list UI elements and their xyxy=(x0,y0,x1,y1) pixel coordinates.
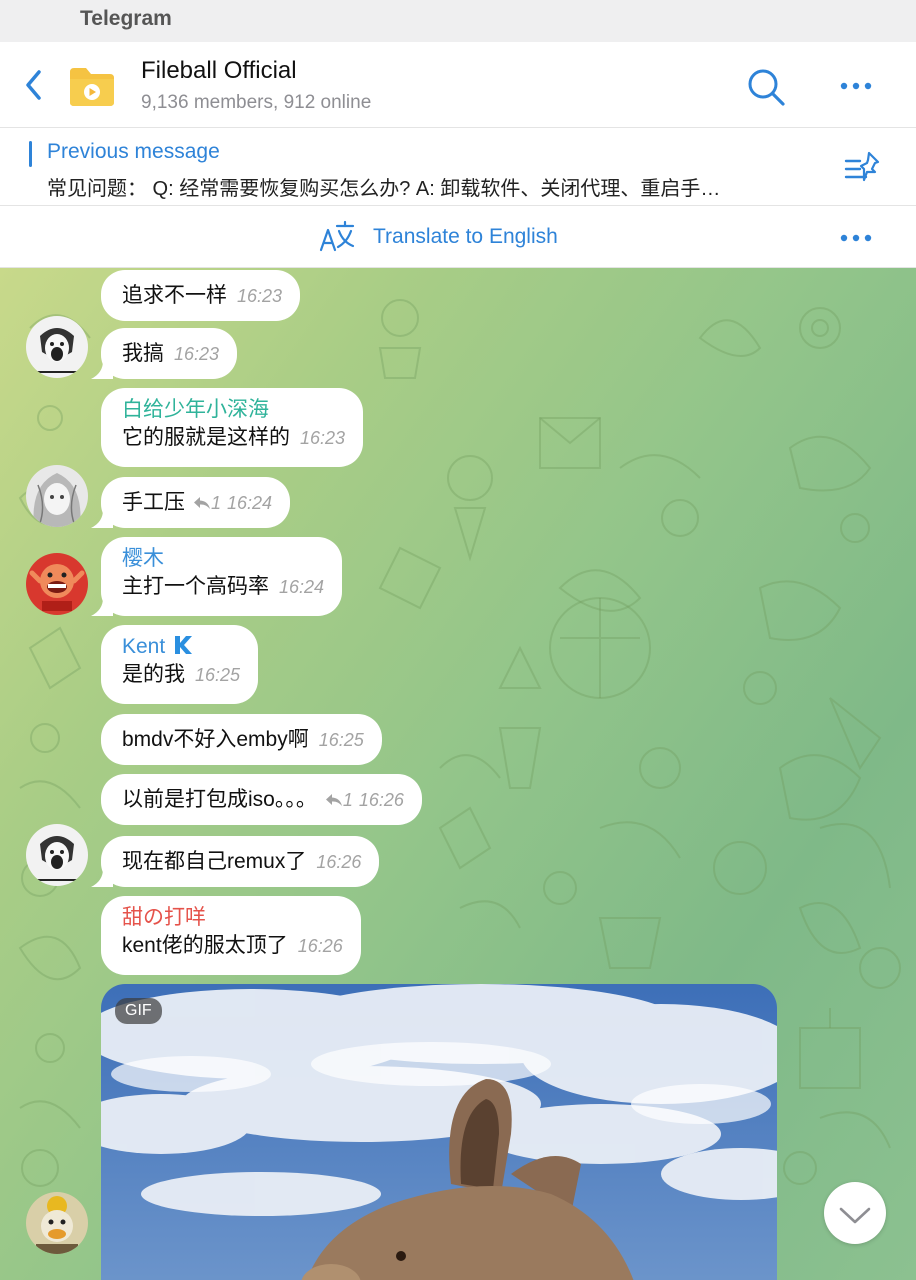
message-bubble[interactable]: 我搞 16:23 xyxy=(91,328,238,379)
reply-icon xyxy=(194,497,210,509)
message-text: 以前是打包成iso。。。 xyxy=(122,788,317,811)
avatar[interactable] xyxy=(26,824,88,886)
translate-bar: Translate to English xyxy=(0,206,916,268)
window-titlebar: Telegram xyxy=(0,0,916,42)
message-bubble[interactable]: 樱木 主打一个高码率 16:24 xyxy=(91,537,343,616)
reply-icon xyxy=(325,794,342,806)
chat-member-count: 9,136 members, 912 online xyxy=(141,92,372,113)
message-sender[interactable]: 甜の打咩 xyxy=(122,905,343,931)
message-bubble[interactable]: 甜の打咩 kent佬的服太顶了 16:26 xyxy=(101,896,361,975)
avatar[interactable] xyxy=(26,316,88,378)
message-text: 主打一个高码率 xyxy=(122,575,269,598)
search-icon[interactable] xyxy=(744,66,788,110)
message-time: 16:23 xyxy=(300,428,346,448)
pinned-message-bar[interactable]: Previous message 常见问题： Q: 经常需要恢复购买怎么办? A… xyxy=(0,129,916,206)
scroll-to-bottom-button[interactable] xyxy=(824,1182,886,1244)
app-title: Telegram xyxy=(80,7,172,30)
avatar[interactable] xyxy=(26,1192,88,1254)
message-text: 追求不一样 xyxy=(122,284,227,307)
message-text: 现在都自己remux了 xyxy=(122,850,307,873)
message-bubble[interactable]: 手工压 1 16:24 xyxy=(91,477,291,528)
reply-count[interactable]: 1 xyxy=(343,790,353,810)
message-text: bmdv不好入emby啊 xyxy=(122,728,309,751)
message-time: 16:26 xyxy=(316,852,362,872)
gif-preview-image xyxy=(101,984,777,1280)
message-sender[interactable]: 白给少年小深海 xyxy=(122,397,345,423)
more-options-icon[interactable] xyxy=(836,72,876,100)
translate-more-icon[interactable] xyxy=(836,224,876,252)
message-time: 16:23 xyxy=(174,344,220,364)
message-bubble[interactable]: 以前是打包成iso。。。 1 16:26 xyxy=(101,774,422,825)
bubble-tail xyxy=(91,598,113,616)
message-time: 16:26 xyxy=(297,936,343,956)
translate-button[interactable]: Translate to English xyxy=(373,225,558,249)
translate-icon xyxy=(319,220,355,252)
bubble-tail xyxy=(91,361,113,379)
message-sender[interactable]: Kent xyxy=(122,635,165,658)
pinned-label: Previous message xyxy=(47,140,220,163)
message-time: 16:23 xyxy=(237,286,283,306)
message-bubble[interactable]: bmdv不好入emby啊 16:25 xyxy=(101,714,382,765)
avatar[interactable] xyxy=(26,465,88,527)
chevron-down-icon xyxy=(839,1207,871,1224)
avatar[interactable] xyxy=(26,553,88,615)
message-time: 16:24 xyxy=(227,493,273,513)
message-text: 我搞 xyxy=(122,342,164,365)
message-bubble[interactable]: 白给少年小深海 它的服就是这样的 16:23 xyxy=(101,388,364,467)
message-bubble[interactable]: 现在都自己remux了 16:26 xyxy=(91,836,380,887)
bubble-tail xyxy=(91,869,113,887)
gif-message[interactable]: GIF xyxy=(101,984,777,1280)
pinned-indicator xyxy=(29,141,32,167)
pinned-text: 常见问题： Q: 经常需要恢复购买怎么办? A: 卸载软件、关闭代理、重启手… xyxy=(47,178,721,200)
channel-folder-avatar[interactable] xyxy=(68,66,116,108)
chat-title[interactable]: Fileball Official xyxy=(141,57,297,85)
message-text: 手工压 xyxy=(122,491,185,514)
pinned-list-icon[interactable] xyxy=(842,149,884,187)
bubble-tail xyxy=(91,510,113,528)
reply-count[interactable]: 1 xyxy=(211,493,221,513)
chat-message-area[interactable]: 追求不一样 16:23 我搞 16:23 白给少年小深海 它的服就是这样的 16:23 xyxy=(0,268,916,1280)
message-time: 16:25 xyxy=(195,665,241,685)
message-text: 它的服就是这样的 xyxy=(122,426,290,449)
message-bubble[interactable]: 追求不一样 16:23 xyxy=(101,270,301,321)
message-text: kent佬的服太顶了 xyxy=(122,934,288,957)
back-icon[interactable] xyxy=(20,66,50,104)
gif-badge: GIF xyxy=(115,998,162,1024)
message-bubble[interactable]: Kent 是的我 16:25 xyxy=(101,625,259,704)
k-badge-icon xyxy=(175,636,193,654)
message-time: 16:24 xyxy=(279,577,325,597)
message-time: 16:26 xyxy=(358,790,404,810)
message-sender[interactable]: 樱木 xyxy=(122,546,324,572)
message-time: 16:25 xyxy=(318,730,364,750)
message-text: 是的我 xyxy=(122,663,185,686)
chat-header: Fileball Official 9,136 members, 912 onl… xyxy=(0,42,916,128)
